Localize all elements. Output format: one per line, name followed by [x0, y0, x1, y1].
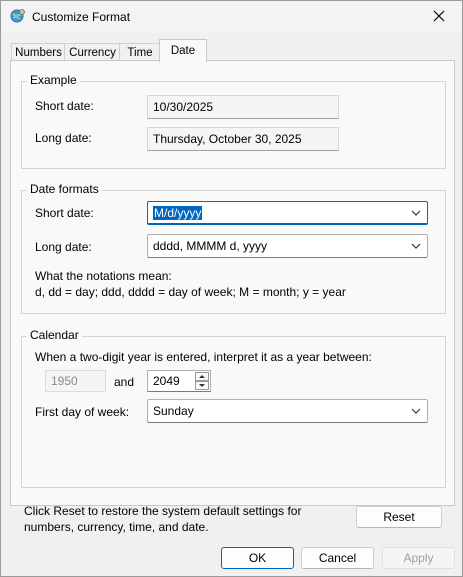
example-long-date-label: Long date:	[35, 131, 92, 145]
short-date-format-label: Short date:	[35, 206, 94, 220]
chevron-down-icon[interactable]	[410, 207, 422, 219]
reset-button[interactable]: Reset	[356, 506, 442, 528]
first-day-of-week-combobox[interactable]: Sunday	[147, 399, 428, 423]
two-digit-year-label: When a two-digit year is entered, interp…	[35, 350, 372, 364]
short-date-format-value[interactable]: M/d/yyyy	[153, 206, 203, 220]
tab-date[interactable]: Date	[159, 39, 207, 62]
chevron-down-icon[interactable]	[410, 405, 422, 417]
spin-up-button[interactable]	[195, 372, 209, 381]
date-formats-group-title: Date formats	[27, 182, 102, 196]
cancel-button[interactable]: Cancel	[301, 547, 374, 569]
example-group-title: Example	[27, 73, 80, 87]
first-day-of-week-value[interactable]: Sunday	[153, 404, 194, 418]
window-title: Customize Format	[32, 10, 131, 24]
reset-help-line2: numbers, currency, time, and date.	[24, 520, 209, 534]
close-button[interactable]	[416, 1, 462, 33]
title-bar: Customize Format	[1, 1, 462, 33]
end-year-value[interactable]: 2049	[153, 374, 180, 388]
example-short-date-value: 10/30/2025	[147, 95, 339, 119]
customize-format-dialog: Customize Format Numbers Currency Time D…	[0, 0, 463, 577]
triangle-up-icon	[199, 375, 205, 378]
triangle-down-icon	[199, 384, 205, 387]
start-year-field: 1950	[45, 370, 106, 392]
reset-help-line1: Click Reset to restore the system defaul…	[24, 504, 302, 518]
apply-button[interactable]: Apply	[382, 547, 455, 569]
long-date-format-label: Long date:	[35, 240, 92, 254]
close-icon	[433, 10, 445, 25]
first-day-of-week-label: First day of week:	[35, 405, 130, 419]
long-date-format-value[interactable]: dddd, MMMM d, yyyy	[153, 239, 267, 253]
calendar-group-title: Calendar	[27, 328, 82, 342]
ok-button[interactable]: OK	[221, 547, 294, 569]
notation-heading: What the notations mean:	[35, 269, 172, 283]
long-date-format-combobox[interactable]: dddd, MMMM d, yyyy	[147, 234, 428, 258]
and-label: and	[114, 375, 135, 389]
example-long-date-value: Thursday, October 30, 2025	[147, 127, 339, 151]
end-year-spinner[interactable]: 2049	[147, 370, 211, 392]
chevron-down-icon[interactable]	[410, 240, 422, 252]
notation-text: d, dd = day; ddd, dddd = day of week; M …	[35, 285, 346, 299]
short-date-format-combobox[interactable]: M/d/yyyy	[147, 201, 428, 225]
example-short-date-label: Short date:	[35, 99, 94, 113]
globe-settings-icon	[10, 8, 26, 24]
spin-down-button[interactable]	[195, 381, 209, 390]
